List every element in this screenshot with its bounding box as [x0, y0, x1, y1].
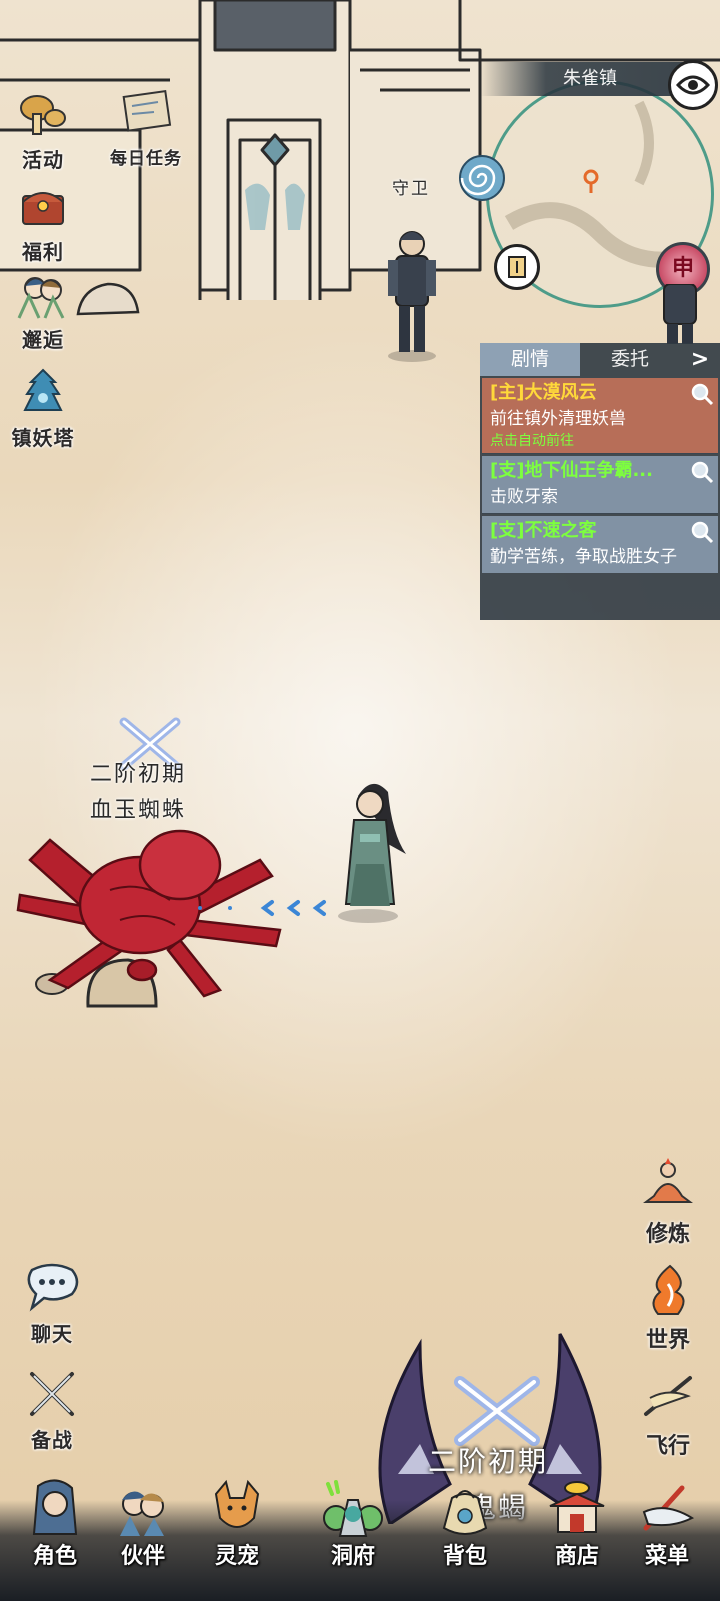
scroll-map-icon: [122, 89, 172, 132]
nav-menu[interactable]: 菜单: [622, 1478, 712, 1570]
fox-pet-icon: [214, 1479, 260, 1528]
mushroom-icon: [20, 95, 66, 135]
nav-bag-label: 背包: [442, 1543, 487, 1569]
portal-swirl-icon[interactable]: [456, 152, 508, 204]
view-toggle-button[interactable]: [668, 60, 718, 110]
guard-npc-2[interactable]: [650, 284, 710, 344]
flame-icon: [652, 1264, 685, 1315]
eye-icon: [676, 75, 710, 95]
tab-story[interactable]: 剧情: [480, 343, 580, 376]
quest-item-side-1[interactable]: [支]地下仙王争霸... 击败牙索: [482, 456, 718, 514]
meditation-icon: [643, 1158, 693, 1203]
welfare-button[interactable]: 福利: [0, 180, 86, 265]
cave-dwelling-icon: [323, 1480, 383, 1537]
collapse-arrow-icon[interactable]: >: [680, 343, 720, 376]
nav-cave[interactable]: 洞府: [308, 1478, 398, 1570]
welfare-label: 福利: [22, 240, 64, 264]
daily-task-label: 每日任务: [110, 149, 182, 169]
magnifier-icon[interactable]: [690, 382, 714, 406]
nav-pet-label: 灵宠: [214, 1543, 259, 1569]
nav-menu-label: 菜单: [644, 1543, 689, 1569]
battle-prep-button[interactable]: 备战: [12, 1368, 92, 1453]
character-portrait-icon: [32, 1479, 78, 1535]
tower-icon: [23, 368, 63, 411]
fly-button[interactable]: 飞行: [628, 1368, 708, 1460]
partners-icon: [120, 1491, 164, 1536]
demon-tower-button[interactable]: 镇妖塔: [0, 366, 86, 451]
flying-sword-icon: [644, 1376, 692, 1416]
nav-pet[interactable]: 灵宠: [192, 1478, 282, 1570]
guard-npc[interactable]: [382, 224, 442, 364]
quest-desc: 勤学苦练，争取战胜女子: [490, 547, 677, 567]
crossed-swords-icon: [30, 1372, 74, 1416]
quest-hint: 点击自动前往: [490, 433, 574, 449]
nav-shop-label: 商店: [554, 1543, 599, 1569]
quest-desc: 前往镇外清理妖兽: [490, 409, 626, 429]
quest-item-main[interactable]: [主]大漠风云 前往镇外清理妖兽 点击自动前往: [482, 378, 718, 454]
magnifier-icon[interactable]: [690, 520, 714, 544]
couple-icon: [17, 277, 65, 319]
magnifier-icon[interactable]: [690, 460, 714, 484]
cultivate-label: 修炼: [645, 1221, 690, 1247]
path-arrows: [198, 900, 326, 916]
world-label: 世界: [645, 1327, 690, 1353]
cultivate-button[interactable]: 修炼: [628, 1156, 708, 1248]
daily-task-button[interactable]: 每日任务: [96, 88, 196, 169]
nav-partner[interactable]: 伙伴: [98, 1478, 188, 1570]
quest-title: [主]大漠风云: [490, 382, 597, 403]
world-button[interactable]: 世界: [628, 1262, 708, 1354]
nav-shop[interactable]: 商店: [532, 1478, 622, 1570]
activity-label: 活动: [22, 148, 64, 172]
treasure-chest-icon: [22, 192, 64, 225]
token-icon: [508, 256, 526, 278]
tab-commission[interactable]: 委托: [580, 343, 680, 376]
battle-prep-label: 备战: [31, 1428, 73, 1452]
nav-bag[interactable]: 背包: [420, 1478, 510, 1570]
rock: [76, 282, 140, 316]
player-character[interactable]: [328, 774, 418, 924]
teleport-token-button[interactable]: [494, 244, 540, 290]
pouch-icon: [442, 1490, 488, 1535]
nav-partner-label: 伙伴: [120, 1543, 165, 1569]
nav-role[interactable]: 角色: [10, 1478, 100, 1570]
chat-bubble-icon: [27, 1263, 79, 1312]
quest-item-side-2[interactable]: [支]不速之客 勤学苦练，争取战胜女子: [482, 516, 718, 573]
chat-button[interactable]: 聊天: [12, 1262, 92, 1347]
scroll-brush-icon: [642, 1485, 695, 1531]
quest-title: [支]地下仙王争霸...: [490, 460, 653, 481]
monster-rank: 二阶初期: [428, 1445, 549, 1478]
nav-role-label: 角色: [32, 1543, 77, 1569]
guard-name: 守卫: [392, 179, 430, 199]
quest-panel: 剧情 委托 > [主]大漠风云 前往镇外清理妖兽 点击自动前往 [支]地下仙王争…: [480, 343, 720, 620]
location-name: 朱雀镇: [480, 62, 700, 96]
monster-rank: 二阶初期: [90, 762, 187, 787]
fly-label: 飞行: [645, 1433, 690, 1459]
quest-tabs: 剧情 委托 >: [480, 343, 720, 376]
nav-cave-label: 洞府: [330, 1543, 375, 1569]
crossed-swords-icon: [454, 1376, 540, 1446]
player-marker-icon: [583, 169, 599, 193]
chat-label: 聊天: [31, 1322, 73, 1346]
demon-tower-label: 镇妖塔: [11, 426, 75, 450]
encounter-label: 邂逅: [22, 328, 64, 352]
game-scene[interactable]: 活动 每日任务 福利 邂逅 镇妖塔 朱雀镇 申 守卫 剧情 委托 > [主]大漠…: [0, 0, 720, 1601]
shop-pavilion-icon: [549, 1481, 605, 1533]
activity-button[interactable]: 活动: [0, 88, 86, 173]
quest-title: [支]不速之客: [490, 520, 597, 541]
quest-desc: 击败牙索: [490, 487, 558, 507]
